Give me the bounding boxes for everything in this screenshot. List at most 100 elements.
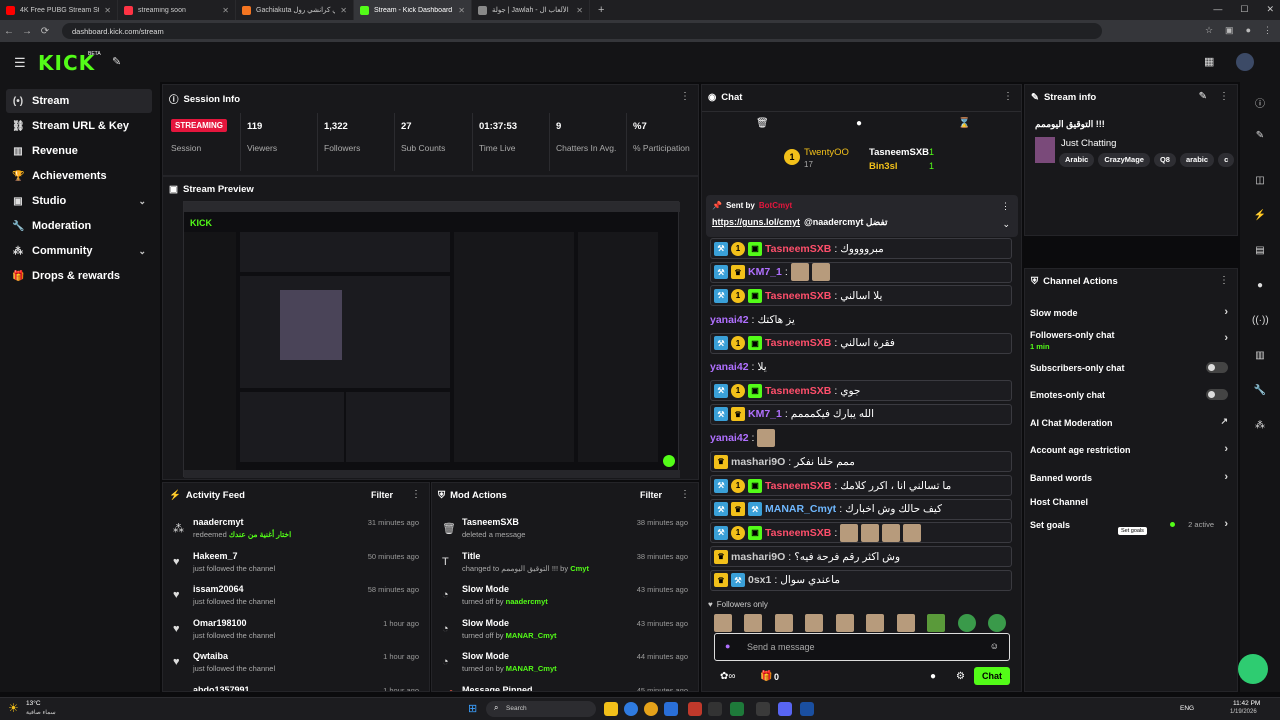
pinned-link[interactable]: https://guns.lol/cmyt <box>712 217 800 228</box>
sidebar-item-drops-rewards[interactable]: 🎁 Drops & rewards <box>6 264 152 288</box>
unpin-icon[interactable]: ⋮ <box>1001 201 1010 212</box>
channel-action-emotes-only-chat[interactable]: Emotes-only chat <box>1030 389 1232 400</box>
lightning-icon[interactable]: ⚡ <box>1252 210 1268 221</box>
chat-username[interactable]: 0sx1 <box>748 574 771 586</box>
chevron-right-icon[interactable]: › <box>1224 471 1228 483</box>
channel-action-followers-only-chat[interactable]: Followers-only chat 1 min › <box>1030 330 1232 351</box>
app-icon[interactable] <box>730 702 744 716</box>
studio-icon[interactable]: ▦ <box>1204 55 1214 68</box>
chat-username[interactable]: MANAR_Cmyt <box>765 503 836 515</box>
chat-message[interactable]: ⚒ 1 ▣ TasneemSXB: فقرة اسالني <box>710 332 1012 354</box>
list-item[interactable]: ♥ abdo1357991 1 hour ago <box>171 683 421 692</box>
list-item[interactable]: ♥ issam20064 just followed the channel 58 m… <box>171 582 421 612</box>
edit-icon[interactable]: ✎ <box>1252 130 1268 141</box>
emote-icon[interactable] <box>896 614 915 632</box>
back-icon[interactable]: ← <box>0 26 18 37</box>
emote-icon[interactable] <box>987 614 1006 632</box>
profile-icon[interactable]: ● <box>1246 25 1251 36</box>
wrench-icon[interactable]: 🔧 <box>1252 385 1268 396</box>
chat-icon[interactable]: ● <box>1252 280 1268 291</box>
extensions-icon[interactable]: ▣ <box>1225 25 1234 36</box>
channel-action-slow-mode[interactable]: Slow mode › <box>1030 306 1232 318</box>
activity-filter-button[interactable]: Filter <box>371 490 393 500</box>
browser-tab[interactable]: 4K Free PUBG Stream Starting S... ✕ <box>0 0 118 20</box>
activity-user[interactable]: Omar198100 <box>193 618 247 628</box>
mic-icon[interactable]: ● <box>725 641 730 651</box>
tag-chip[interactable]: CrazyMage <box>1098 153 1150 167</box>
list-item[interactable]: ♥ Hakeem_7 just followed the channel 50 min… <box>171 549 421 579</box>
toggle-switch[interactable] <box>1206 389 1228 400</box>
chat-username[interactable]: yanai42 <box>710 361 749 373</box>
chevron-right-icon[interactable]: › <box>1224 332 1228 344</box>
chat-username[interactable]: KM7_1 <box>748 408 782 420</box>
app-icon[interactable] <box>756 702 770 716</box>
chat-message[interactable]: ⚒ 1 ▣ TasneemSXB: ما تسالني انا ، اكرر كلامك <box>710 475 1012 496</box>
app-icon[interactable] <box>688 702 702 716</box>
chat-username[interactable]: TasneemSXB <box>765 527 831 539</box>
community-icon[interactable]: ⁂ <box>1252 420 1268 431</box>
top-user-3[interactable]: Bin3sl <box>869 161 898 172</box>
chat-username[interactable]: TasneemSXB <box>765 243 831 255</box>
chat-message[interactable]: ⚒ 1 ▣ TasneemSXB: <box>710 522 1012 544</box>
minimize-icon[interactable]: — <box>1213 4 1222 15</box>
close-tab-icon[interactable]: ✕ <box>458 6 465 15</box>
chevron-down-icon[interactable]: ⌄ <box>138 196 146 207</box>
taskbar-search[interactable]: ⌕ Search <box>486 701 596 717</box>
channel-action-ai-chat-moderation[interactable]: AI Chat Moderation ↗ <box>1030 416 1232 428</box>
chat-username[interactable]: KM7_1 <box>748 266 782 278</box>
chat-username[interactable]: yanai42 <box>710 432 749 444</box>
more-options-icon[interactable]: ⋮ <box>1219 91 1229 102</box>
help-chat-icon[interactable] <box>1238 654 1268 684</box>
chevron-right-icon[interactable]: › <box>1224 443 1228 455</box>
discord-icon[interactable] <box>778 702 792 716</box>
trash-icon[interactable]: 🗑 <box>756 118 769 129</box>
file-explorer-icon[interactable] <box>604 702 618 716</box>
more-options-icon[interactable]: ⋮ <box>680 489 690 500</box>
emoji-icon[interactable]: ☺ <box>990 641 999 651</box>
hamburger-icon[interactable]: ☰ <box>14 55 26 71</box>
browser-tab[interactable]: streaming soon ✕ <box>118 0 236 20</box>
activity-user[interactable]: Hakeem_7 <box>193 551 238 561</box>
chat-username[interactable]: TasneemSXB <box>765 480 831 492</box>
emote-icon[interactable] <box>927 614 946 632</box>
channel-action-banned-words[interactable]: Banned words › <box>1030 471 1232 483</box>
chat-username[interactable]: mashari9O <box>731 551 785 563</box>
chat-message[interactable]: ⚒ 1 ▣ TasneemSXB: مبرووووك <box>710 238 1012 259</box>
chat-username[interactable]: TasneemSXB <box>765 385 831 397</box>
sidebar-item-achievements[interactable]: 🏆 Achievements <box>6 164 152 188</box>
more-options-icon[interactable]: ⋮ <box>680 91 690 102</box>
activity-user[interactable]: Qwtaiba <box>193 651 228 661</box>
url-input[interactable]: dashboard.kick.com/stream <box>62 23 1102 39</box>
sidebar-item-moderation[interactable]: 🔧 Moderation <box>6 214 152 238</box>
gear-icon[interactable]: ⚙ <box>956 671 965 682</box>
activity-user[interactable]: abdo1357991 <box>193 685 250 692</box>
send-chat-button[interactable]: Chat <box>974 667 1010 685</box>
hourglass-icon[interactable]: ⌛ <box>958 118 970 129</box>
sidebar-item-community[interactable]: ⁂ Community ⌄ <box>6 239 152 263</box>
toggle-switch[interactable] <box>1206 362 1228 373</box>
top-user-2[interactable]: TasneemSXB <box>869 147 929 158</box>
pinned-message[interactable]: 📌 Sent by BotCmyt https://guns.lol/cmyt @na… <box>706 195 1018 237</box>
close-tab-icon[interactable]: ✕ <box>576 6 583 15</box>
sidebar-item-revenue[interactable]: ▥ Revenue <box>6 139 152 163</box>
clock-date[interactable]: 1/19/2026 <box>1230 709 1257 715</box>
sidebar-item-studio[interactable]: ▣ Studio ⌄ <box>6 189 152 213</box>
reload-icon[interactable]: ⟳ <box>36 26 54 37</box>
forward-icon[interactable]: → <box>18 26 36 37</box>
emote-icon[interactable] <box>714 614 732 632</box>
app-icon[interactable] <box>708 702 722 716</box>
sidebar-item-stream-url-key[interactable]: ⛓ Stream URL & Key <box>6 114 152 138</box>
windows-start-icon[interactable]: ⊞ <box>468 702 477 715</box>
list-item[interactable]: ♥ Omar198100 just followed the channel 1 ho… <box>171 616 421 646</box>
chat-username[interactable]: yanai42 <box>710 314 749 326</box>
chat-message[interactable]: ⚒ ♛ KM7_1: <box>710 261 1012 283</box>
emote-icon[interactable] <box>774 614 793 632</box>
mod-action-by[interactable]: MANAR_Cmyt <box>506 631 557 640</box>
chat-message[interactable]: ⚒ ♛ KM7_1: الله يبارك فيكمممم <box>710 403 1012 425</box>
mod-action-by[interactable]: naadercmyt <box>506 597 548 606</box>
category-name[interactable]: Just Chatting <box>1061 138 1116 149</box>
chat-message[interactable]: ♛ ⚒ 0sx1: ماعندي سوال <box>710 569 1012 591</box>
steam-icon[interactable] <box>800 702 814 716</box>
list-item[interactable]: ♥ Qwtaiba just followed the channel 1 hour … <box>171 649 421 679</box>
maximize-icon[interactable]: ☐ <box>1240 4 1248 15</box>
